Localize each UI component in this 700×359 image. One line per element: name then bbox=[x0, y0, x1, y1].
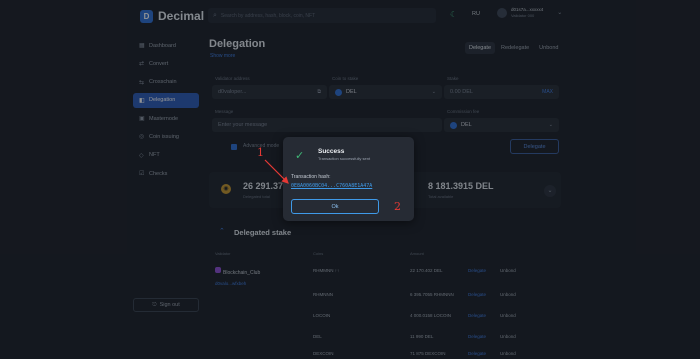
annotation-arrow bbox=[264, 159, 289, 184]
